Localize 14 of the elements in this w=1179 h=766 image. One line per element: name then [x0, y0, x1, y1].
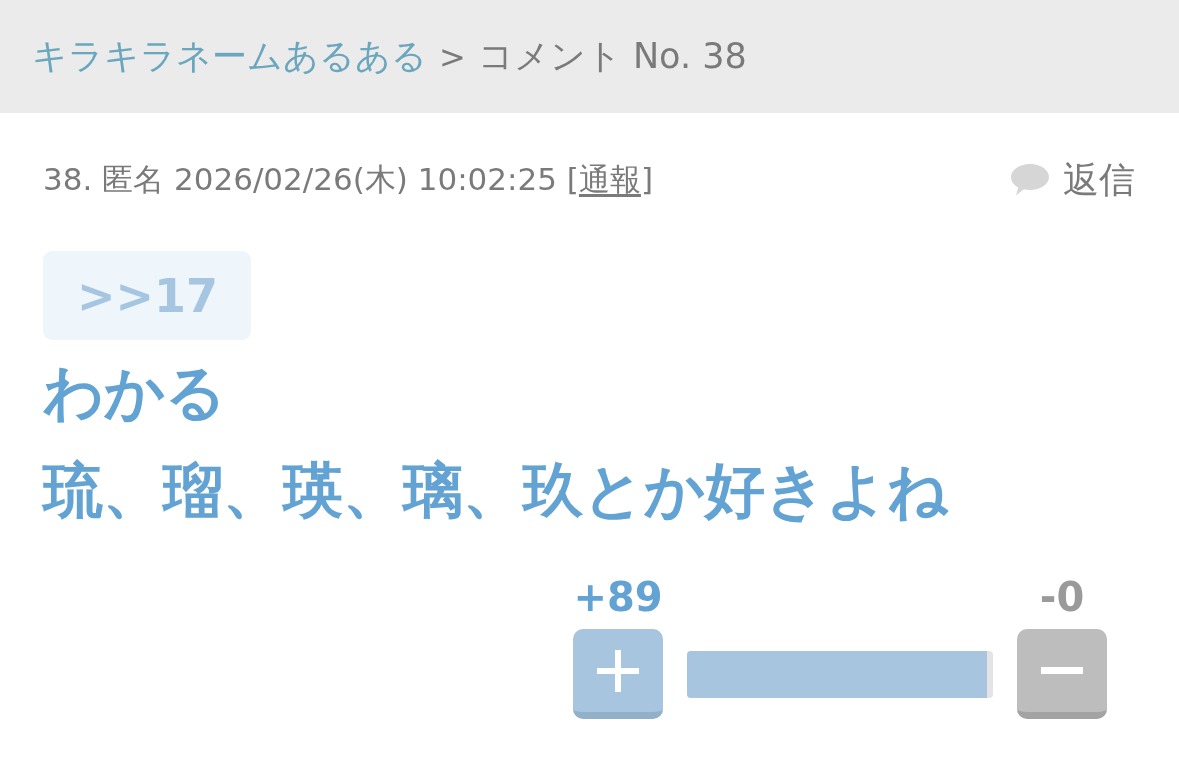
downvote-button[interactable]: [1017, 629, 1107, 719]
comment-meta: 38. 匿名 2026/02/26(木) 10:02:25 [通報]: [43, 160, 654, 199]
page-title: コメント No. 38: [477, 39, 747, 74]
speech-bubble-icon: [1011, 164, 1049, 196]
downvote-count: -0: [1039, 577, 1085, 617]
report-link[interactable]: 通報: [578, 161, 641, 197]
upvote-count: +89: [573, 577, 663, 617]
plus-icon: [597, 649, 639, 692]
breadcrumb-separator: >: [439, 40, 466, 73]
reply-button[interactable]: 返信: [1011, 155, 1135, 205]
comment-body: わかる 琉、瑠、瑛、璃、玖とか好きよね: [43, 356, 950, 527]
upvote-button[interactable]: [573, 629, 663, 719]
minus-icon: [1041, 667, 1083, 674]
breadcrumb-link[interactable]: キラキラネームあるある: [32, 39, 427, 74]
